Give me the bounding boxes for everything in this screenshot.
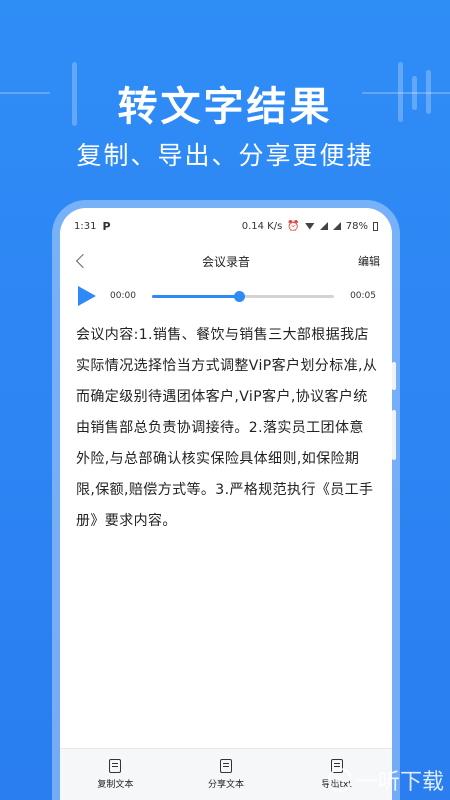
play-icon[interactable] xyxy=(78,286,96,306)
back-chevron-icon[interactable] xyxy=(75,253,91,269)
watermark-text: 一听下载 xyxy=(355,770,444,795)
promo-subline: 复制、导出、分享更便捷 xyxy=(76,141,374,170)
progress-fill xyxy=(151,294,240,298)
signal-icon xyxy=(332,222,341,230)
progress-knob[interactable] xyxy=(234,290,246,302)
nav-bar: 会议录音 编辑 xyxy=(60,244,392,278)
battery-icon xyxy=(373,221,378,231)
battery-level: 78% xyxy=(345,220,368,232)
share-icon xyxy=(219,759,232,773)
transcript-text[interactable]: 会议内容:1.销售、餐饮与销售三大部根据我店实际情况选择恰当方式调整ViP客户划… xyxy=(60,314,392,537)
watermark: 听 一听下载 xyxy=(327,764,444,796)
notification-p-icon: P xyxy=(102,219,111,233)
wifi-icon xyxy=(304,222,315,230)
copy-text-label: 复制文本 xyxy=(97,780,134,790)
alarm-icon: ⏰ xyxy=(287,220,300,232)
share-text-label: 分享文本 xyxy=(207,780,244,790)
audio-player: 00:00 00:05 xyxy=(60,278,392,314)
share-text-button[interactable]: 分享文本 xyxy=(186,759,266,790)
copy-icon xyxy=(109,759,122,773)
phone-side-button xyxy=(392,362,396,390)
network-speed: 0.14 K/s xyxy=(241,220,283,232)
status-time: 1:31 xyxy=(74,220,97,232)
phone-screen: 1:31 P 0.14 K/s ⏰ 78% 会议录音 编辑 00:00 00:0… xyxy=(60,208,392,800)
current-time: 00:00 xyxy=(110,291,136,301)
status-bar: 1:31 P 0.14 K/s ⏰ 78% xyxy=(60,208,392,244)
phone-side-button xyxy=(392,410,396,460)
edit-button[interactable]: 编辑 xyxy=(358,253,380,269)
signal-icon xyxy=(319,222,328,230)
promo-headline: 转文字结果 xyxy=(117,84,333,130)
total-time: 00:05 xyxy=(350,291,376,301)
progress-slider[interactable] xyxy=(151,290,335,302)
page-title: 会议录音 xyxy=(201,254,250,269)
copy-text-button[interactable]: 复制文本 xyxy=(75,759,155,790)
watermark-logo-icon: 听 xyxy=(327,768,352,792)
